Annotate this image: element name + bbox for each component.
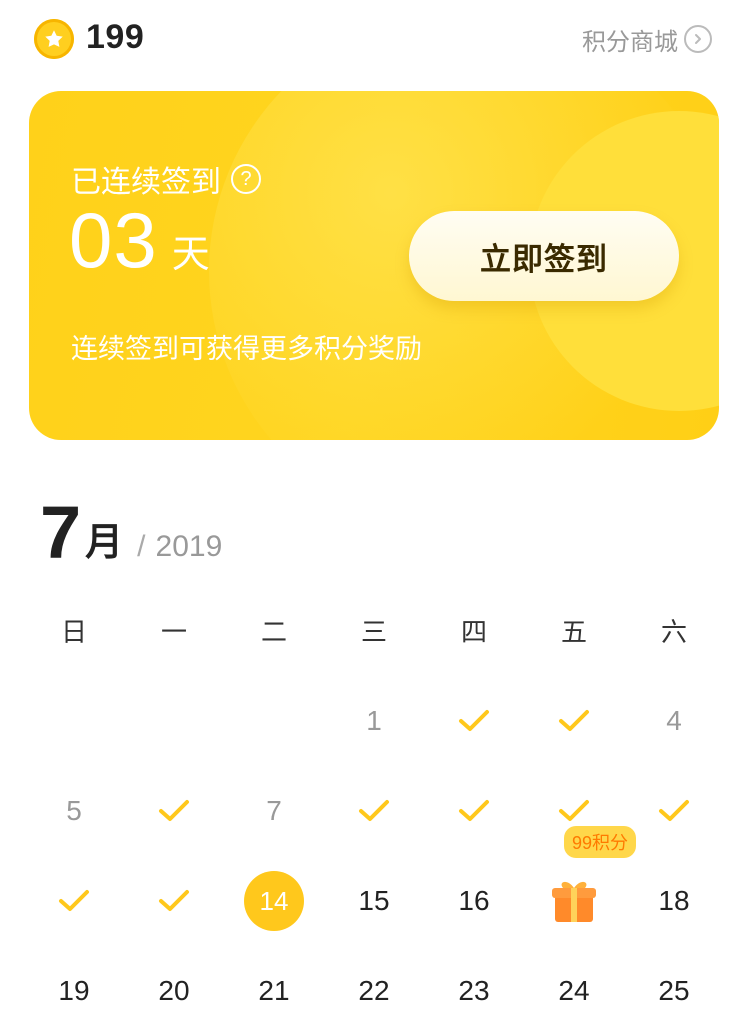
calendar-day-cell[interactable]: 4: [624, 676, 724, 766]
year: 2019: [155, 530, 223, 563]
streak-label-text: 已连续签到: [71, 166, 221, 199]
calendar-day-cell[interactable]: 15: [324, 856, 424, 946]
weekday-header: 日 一 二 三 四 五 六: [24, 612, 724, 652]
checkin-card: 已连续签到 ? 03 天 连续签到可获得更多积分奖励 立即签到: [29, 91, 719, 440]
points-mall-label: 积分商城: [582, 28, 678, 56]
weekday-mon: 一: [160, 617, 187, 647]
calendar-day-cell[interactable]: 18: [624, 856, 724, 946]
streak-count: 03 天: [69, 201, 210, 279]
month-year-separator: /: [137, 530, 146, 563]
weekday-thu: 四: [460, 617, 487, 647]
calendar-day-cell: [224, 676, 324, 766]
calendar-day-number: 25: [658, 975, 690, 1006]
checkin-button[interactable]: 立即签到: [409, 211, 679, 301]
calendar-day-number: 5: [66, 795, 82, 826]
calendar-day-cell: [24, 676, 124, 766]
calendar-day-cell[interactable]: 99积分: [524, 826, 637, 946]
weekday-sat: 六: [660, 617, 687, 647]
calendar-day-cell[interactable]: [424, 766, 524, 856]
streak-hint: 连续签到可获得更多积分奖励: [71, 334, 422, 364]
calendar-day-number: 4: [666, 705, 682, 736]
check-icon: [459, 800, 489, 821]
weekday-sun: 日: [60, 617, 87, 647]
calendar-day-cell[interactable]: 19: [24, 946, 124, 1036]
calendar-day-number: 18: [658, 885, 690, 916]
gift-icon: 99积分: [549, 826, 637, 926]
check-icon: [559, 800, 589, 821]
calendar-day-cell[interactable]: [124, 856, 224, 946]
streak-unit: 天: [171, 234, 210, 276]
calendar-day-cell: [124, 676, 224, 766]
points-mall-link[interactable]: 积分商城: [582, 22, 712, 56]
calendar-day-cell[interactable]: [624, 766, 724, 856]
check-icon: [159, 800, 189, 821]
calendar-day-cell[interactable]: 1: [324, 676, 424, 766]
calendar-day-cell[interactable]: 16: [424, 856, 524, 946]
calendar-day-cell[interactable]: 25: [624, 946, 724, 1036]
calendar-day-cell[interactable]: 22: [324, 946, 424, 1036]
calendar-day-cell[interactable]: [124, 766, 224, 856]
calendar-day-cell[interactable]: [524, 676, 624, 766]
calendar-day-cell[interactable]: 5: [24, 766, 124, 856]
calendar-day-number: 1: [366, 705, 382, 736]
reward-badge: 99积分: [564, 826, 637, 858]
check-icon: [459, 710, 489, 731]
chevron-right-circle-icon: [684, 25, 712, 53]
calendar-day-number: 23: [458, 975, 490, 1006]
star-coin-icon: [34, 19, 74, 59]
calendar-day-cell[interactable]: [24, 856, 124, 946]
calendar-day-number: 22: [358, 975, 390, 1006]
calendar-day-number: 24: [558, 975, 590, 1006]
weekday-fri: 五: [560, 617, 587, 647]
calendar-day-cell[interactable]: [324, 766, 424, 856]
calendar-day-cell[interactable]: 14: [224, 856, 324, 946]
check-icon: [559, 710, 589, 731]
points-balance: 199: [86, 18, 145, 56]
calendar-day-cell[interactable]: 20: [124, 946, 224, 1036]
check-icon: [359, 800, 389, 821]
today-marker: 14: [244, 871, 304, 931]
header: 199 积分商城: [0, 0, 750, 80]
question-circle-icon[interactable]: ?: [231, 164, 261, 194]
weekday-wed: 三: [360, 617, 387, 647]
streak-number: 03: [69, 196, 158, 284]
star-icon: [45, 30, 63, 47]
calendar-day-cell[interactable]: 7: [224, 766, 324, 856]
calendar-day-cell[interactable]: 24: [524, 946, 624, 1036]
calendar-day-number: 16: [458, 885, 490, 916]
check-icon: [59, 890, 89, 911]
check-icon: [159, 890, 189, 911]
weekday-tue: 二: [260, 617, 287, 647]
calendar-grid: 1 4 5 7 14 15 16 99积分 18 19 20 21 22 23 24 25: [24, 676, 724, 1036]
calendar-day-cell[interactable]: 23: [424, 946, 524, 1036]
month-header: 7 月 / 2019: [40, 490, 222, 570]
calendar-day-number: 21: [258, 975, 290, 1006]
calendar-day-number: 15: [358, 885, 390, 916]
month-number: 7: [40, 491, 82, 574]
calendar-day-number: 20: [158, 975, 190, 1006]
calendar-day-cell[interactable]: 21: [224, 946, 324, 1036]
check-icon: [659, 800, 689, 821]
calendar-day-number: 19: [58, 975, 90, 1006]
calendar-day-number: 7: [266, 795, 282, 826]
calendar-day-cell[interactable]: [424, 676, 524, 766]
month-unit: 月: [85, 522, 124, 564]
streak-label: 已连续签到 ?: [71, 157, 261, 201]
